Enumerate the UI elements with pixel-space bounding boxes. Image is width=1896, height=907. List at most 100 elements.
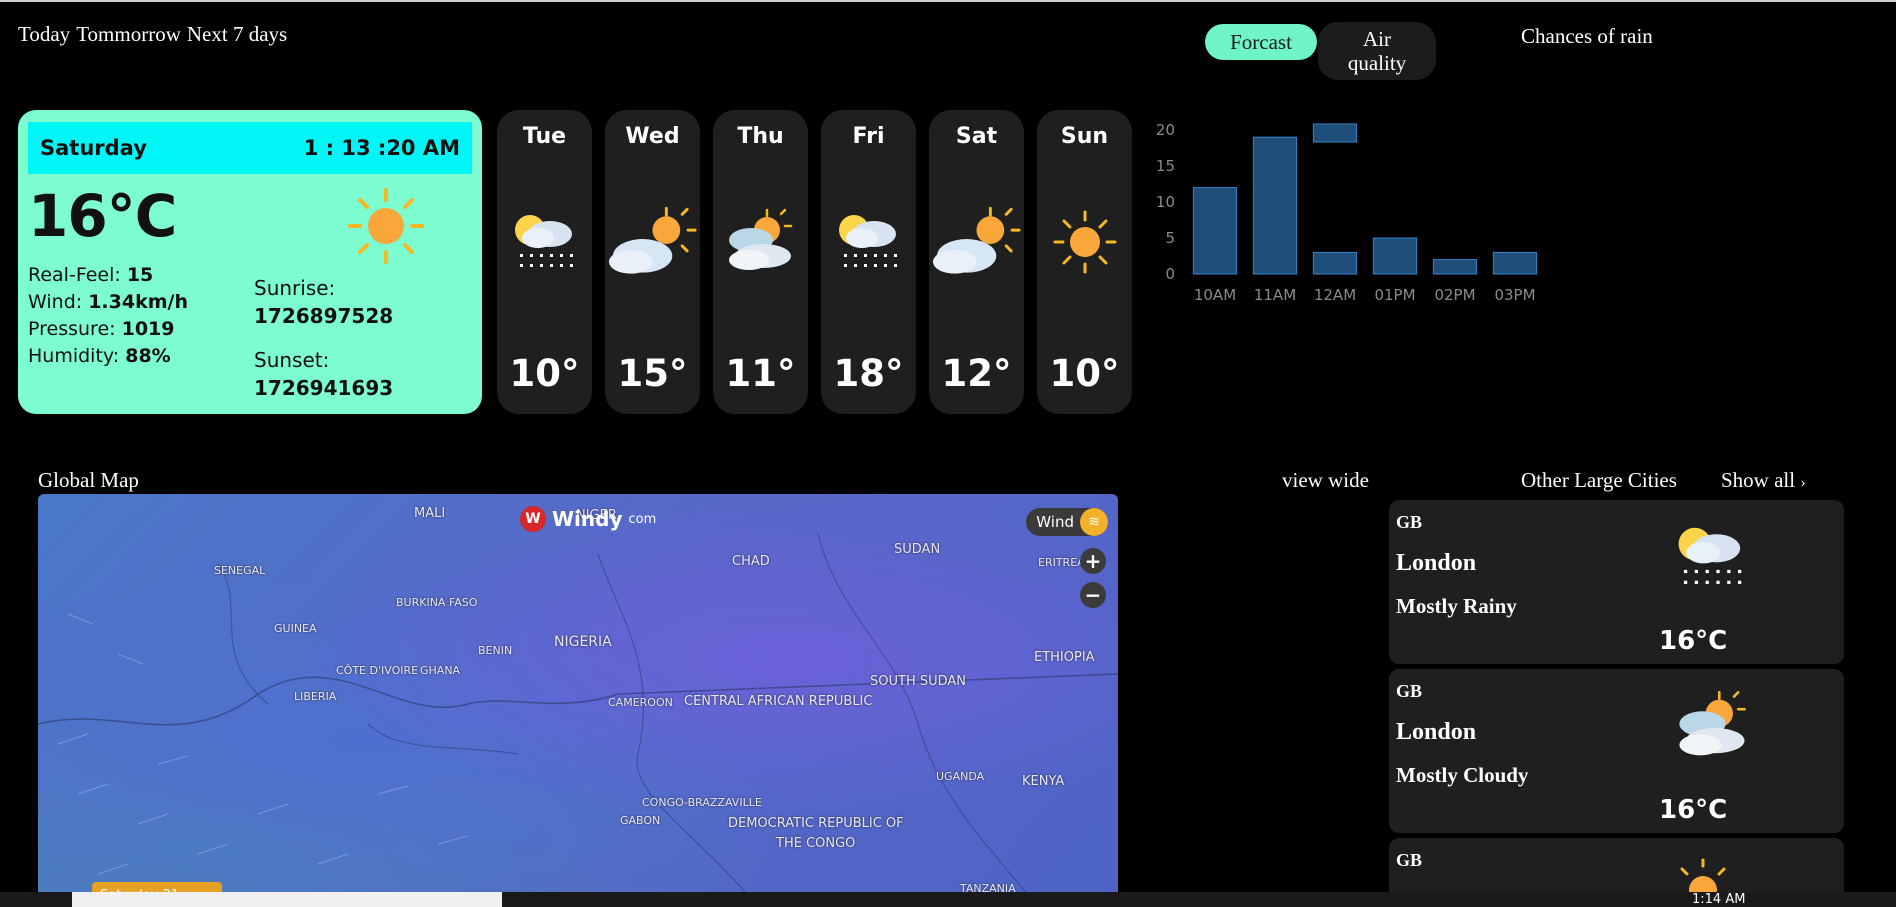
map-label: SOUTH SUDAN <box>870 674 967 689</box>
map-label: BURKINA FASO <box>396 596 478 609</box>
rain-chart: 0 5 10 15 20 10AM 11AM 12AM 01PM 02PM 03PM <box>1135 110 1555 310</box>
city-condition: Mostly Cloudy <box>1396 763 1529 787</box>
x-tick-label: 01PM <box>1374 286 1415 304</box>
global-map[interactable]: MALI NIGER CHAD SUDAN ERITREA SENEGAL BU… <box>38 494 1118 907</box>
show-all-label: Show all <box>1721 468 1796 492</box>
day-card[interactable]: Wed 15° <box>605 110 700 414</box>
humidity-value: 88% <box>125 345 171 367</box>
wind-layer-label: Wind <box>1036 513 1074 531</box>
current-weather-header: Saturday 1 : 13 :20 AM <box>28 122 472 174</box>
tab-forecast[interactable]: Forcast <box>1205 24 1317 60</box>
zoom-out-button[interactable]: − <box>1080 582 1106 608</box>
pressure-label: Pressure: <box>28 318 116 340</box>
sunrise-value: 1726897528 <box>254 304 394 328</box>
map-label: UGANDA <box>936 770 985 783</box>
zoom-in-button[interactable]: + <box>1080 548 1106 574</box>
tab-air-quality-label: Air quality <box>1347 27 1407 75</box>
y-tick-label: 0 <box>1165 265 1175 283</box>
rain-bar <box>1312 251 1358 275</box>
windy-logo[interactable]: W Windy com <box>520 506 656 532</box>
day-temp: 15° <box>617 352 688 395</box>
pressure-value: 1019 <box>121 318 175 340</box>
map-label: GUINEA <box>274 622 317 635</box>
day-name: Sat <box>955 124 998 149</box>
rain-bar <box>1492 251 1538 275</box>
windy-logo-icon: W <box>520 506 546 532</box>
rain-bar <box>1432 259 1478 275</box>
view-wide-link[interactable]: view wide <box>1282 468 1369 493</box>
city-name: London <box>1396 719 1477 745</box>
pressure-row: Pressure: 1019 <box>28 316 188 343</box>
day-temp: 18° <box>833 352 904 395</box>
city-country: GB <box>1396 850 1423 870</box>
day-range-nav: Today Tommorrow Next 7 days <box>18 22 287 47</box>
x-tick-label: 11AM <box>1254 286 1296 304</box>
map-label: CÔTE D'IVOIRE <box>336 664 419 677</box>
rain-bar <box>1312 123 1358 143</box>
day-card[interactable]: Sat 12° <box>929 110 1024 414</box>
map-label: SENEGAL <box>214 564 266 577</box>
map-label: CAMEROON <box>608 696 673 709</box>
nav-next-7-days[interactable]: Next 7 days <box>187 22 287 47</box>
city-card[interactable]: GB <box>1389 838 1844 904</box>
day-card[interactable]: Tue 10° <box>497 110 592 414</box>
x-tick-label: 10AM <box>1194 286 1236 304</box>
map-label: KENYA <box>1022 774 1065 789</box>
day-name: Tue <box>522 124 567 149</box>
cloudy-sun-icon <box>1671 687 1755 772</box>
map-label: MALI <box>414 506 446 521</box>
day-card[interactable]: Sun 10° <box>1037 110 1132 414</box>
city-temp: 16°C <box>1659 626 1728 656</box>
day-temp: 11° <box>725 352 796 395</box>
nav-tomorrow[interactable]: Tommorrow <box>76 22 181 47</box>
day-temp: 12° <box>941 352 1012 395</box>
x-tick-label: 03PM <box>1494 286 1535 304</box>
map-label: ETHIOPIA <box>1034 650 1095 665</box>
y-tick-label: 5 <box>1165 229 1175 247</box>
chevron-right-icon: › <box>1800 474 1806 491</box>
wind-row: Wind: 1.34km/h <box>28 289 188 316</box>
wind-layer-button[interactable]: Wind ≋ <box>1026 508 1108 536</box>
day-name: Thu <box>737 124 784 149</box>
day-name: Wed <box>625 124 680 149</box>
city-temp: 16°C <box>1659 795 1728 825</box>
tab-air-quality[interactable]: Air quality <box>1318 22 1436 80</box>
humidity-label: Humidity: <box>28 345 120 367</box>
other-cities-title: Other Large Cities <box>1521 468 1677 492</box>
city-name: London <box>1396 550 1477 576</box>
partly-cloudy-icon <box>929 206 1024 280</box>
sun-icon <box>348 188 424 268</box>
sunset-value: 1726941693 <box>254 376 394 400</box>
day-card[interactable]: Fri 18° <box>821 110 916 414</box>
y-tick-label: 20 <box>1156 121 1175 139</box>
rain-cloud-sun-icon <box>497 206 592 280</box>
map-label: GABON <box>620 814 661 827</box>
y-tick-label: 15 <box>1156 157 1175 175</box>
current-day: Saturday <box>40 136 147 160</box>
rain-bar <box>1252 136 1298 275</box>
map-wind-streaks <box>38 533 1118 907</box>
wind-label: Wind: <box>28 291 83 313</box>
day-name: Fri <box>852 124 885 149</box>
real-feel-value: 15 <box>126 264 154 286</box>
map-label: CONGO-BRAZZAVILLE <box>642 796 762 809</box>
map-label: SUDAN <box>894 542 941 557</box>
x-tick-label: 02PM <box>1434 286 1475 304</box>
map-label: BENIN <box>478 644 513 657</box>
sun-icon <box>1037 206 1132 280</box>
sunrise-label: Sunrise: <box>254 276 336 300</box>
city-card[interactable]: GB London Mostly Cloudy 16°C <box>1389 669 1844 833</box>
chances-of-rain-title: Chances of rain <box>1521 24 1653 48</box>
show-all-link[interactable]: Show all › <box>1721 468 1806 493</box>
map-label: LIBERIA <box>294 690 337 703</box>
day-card[interactable]: Thu 11° <box>713 110 808 414</box>
city-country: GB <box>1396 681 1423 701</box>
rain-bar <box>1372 237 1418 275</box>
city-card[interactable]: GB London Mostly Rainy 16°C <box>1389 500 1844 664</box>
nav-today[interactable]: Today <box>18 22 70 47</box>
day-temp: 10° <box>1049 352 1120 395</box>
rain-chart-svg: 0 5 10 15 20 10AM 11AM 12AM 01PM 02PM 03PM <box>1156 121 1538 304</box>
map-label: CENTRAL AFRICAN REPUBLIC <box>684 694 873 709</box>
map-label: CHAD <box>732 554 770 569</box>
sunset-label: Sunset: <box>254 348 330 372</box>
